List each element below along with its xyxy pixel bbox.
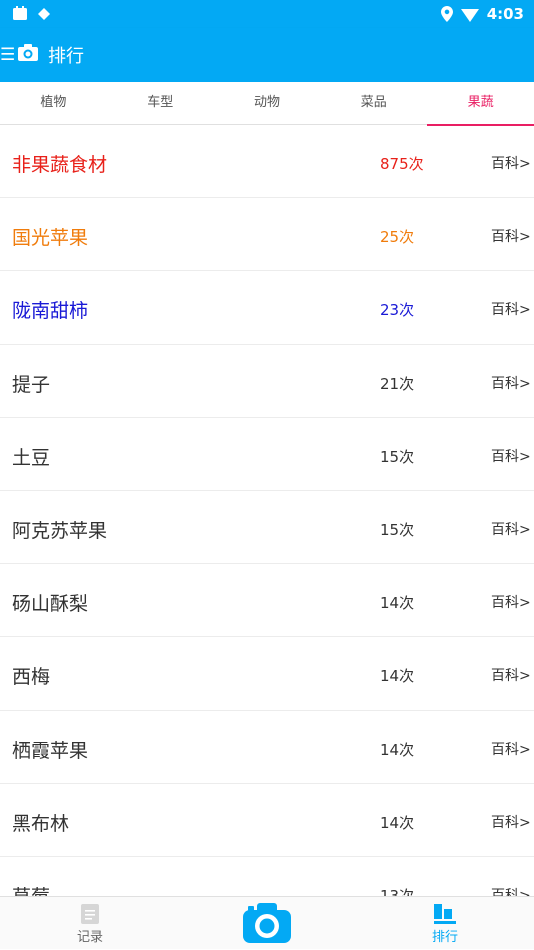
item-name: 栖霞苹果: [12, 739, 89, 762]
item-name: 草莓: [12, 885, 51, 897]
wiki-link[interactable]: 百科>: [491, 665, 531, 685]
item-name: 阿克苏苹果: [12, 519, 108, 542]
wiki-link[interactable]: 百科>: [491, 226, 531, 246]
item-count: 15次: [380, 520, 415, 539]
item-name: 非果蔬食材: [12, 154, 108, 176]
tab-fruits-vegetables[interactable]: 果蔬: [427, 82, 534, 126]
wiki-link[interactable]: 百科>: [491, 373, 531, 393]
list-item[interactable]: 土豆 15次 百科>: [0, 418, 534, 491]
app-bar: ☰ 排行: [0, 28, 534, 82]
document-icon: [81, 904, 99, 924]
ranking-list: 非果蔬食材 875次 百科> 国光苹果 25次 百科> 陇南甜柿 23次 百科>…: [0, 125, 534, 897]
item-count: 23次: [380, 301, 415, 320]
list-item[interactable]: 西梅 14次 百科>: [0, 637, 534, 711]
wiki-link[interactable]: 百科>: [491, 812, 531, 832]
wiki-link[interactable]: 百科>: [491, 592, 531, 612]
wiki-link[interactable]: 百科>: [491, 153, 531, 173]
calendar-notification-icon: [13, 6, 27, 20]
tab-dishes[interactable]: 菜品: [320, 82, 427, 125]
menu-icon[interactable]: ☰: [0, 45, 15, 65]
item-count: 14次: [380, 740, 415, 759]
item-name: 土豆: [12, 446, 51, 469]
list-item[interactable]: 国光苹果 25次 百科>: [0, 198, 534, 272]
nav-records[interactable]: 记录: [60, 897, 120, 950]
list-item[interactable]: 提子 21次 百科>: [0, 345, 534, 418]
list-item[interactable]: 黑布林 14次 百科>: [0, 784, 534, 857]
list-item[interactable]: 栖霞苹果 14次 百科>: [0, 711, 534, 784]
diamond-notification-icon: [38, 7, 50, 20]
list-item[interactable]: 草莓 13次 百科>: [0, 857, 534, 897]
item-count: 875次: [380, 155, 424, 173]
location-icon: [440, 6, 453, 22]
list-item[interactable]: 砀山酥梨 14次 百科>: [0, 564, 534, 638]
item-name: 国光苹果: [12, 227, 89, 250]
wiki-link[interactable]: 百科>: [491, 299, 531, 319]
nav-rank[interactable]: 排行: [415, 897, 475, 950]
tab-car-models[interactable]: 车型: [107, 82, 214, 125]
nav-records-label: 记录: [76, 930, 103, 945]
page-title: 排行: [48, 46, 84, 67]
item-name: 提子: [12, 373, 51, 396]
item-count: 14次: [380, 667, 415, 686]
status-time: 4:03: [486, 5, 524, 23]
item-count: 14次: [380, 594, 415, 613]
item-count: 14次: [380, 813, 415, 832]
item-count: 15次: [380, 447, 415, 466]
wifi-icon: [460, 8, 479, 22]
status-bar: 4:03: [0, 0, 534, 28]
wiki-link[interactable]: 百科>: [491, 519, 531, 539]
item-name: 砀山酥梨: [12, 593, 89, 616]
list-item[interactable]: 陇南甜柿 23次 百科>: [0, 271, 534, 345]
item-name: 黑布林: [12, 812, 70, 835]
camera-capture-button[interactable]: [243, 903, 291, 943]
wiki-link[interactable]: 百科>: [491, 739, 531, 759]
wiki-link[interactable]: 百科>: [491, 446, 531, 466]
camera-icon: [18, 44, 38, 61]
item-name: 陇南甜柿: [12, 300, 89, 323]
list-item[interactable]: 非果蔬食材 875次 百科>: [0, 125, 534, 199]
item-count: 25次: [380, 228, 415, 247]
tab-plants[interactable]: 植物: [0, 82, 107, 125]
item-name: 西梅: [12, 666, 51, 689]
nav-rank-label: 排行: [431, 930, 458, 945]
category-tabs: 植物 车型 动物 菜品 果蔬: [0, 82, 534, 126]
item-count: 21次: [380, 374, 415, 393]
tab-animals[interactable]: 动物: [214, 82, 321, 125]
bar-chart-icon: [434, 904, 456, 924]
list-item[interactable]: 阿克苏苹果 15次 百科>: [0, 491, 534, 565]
